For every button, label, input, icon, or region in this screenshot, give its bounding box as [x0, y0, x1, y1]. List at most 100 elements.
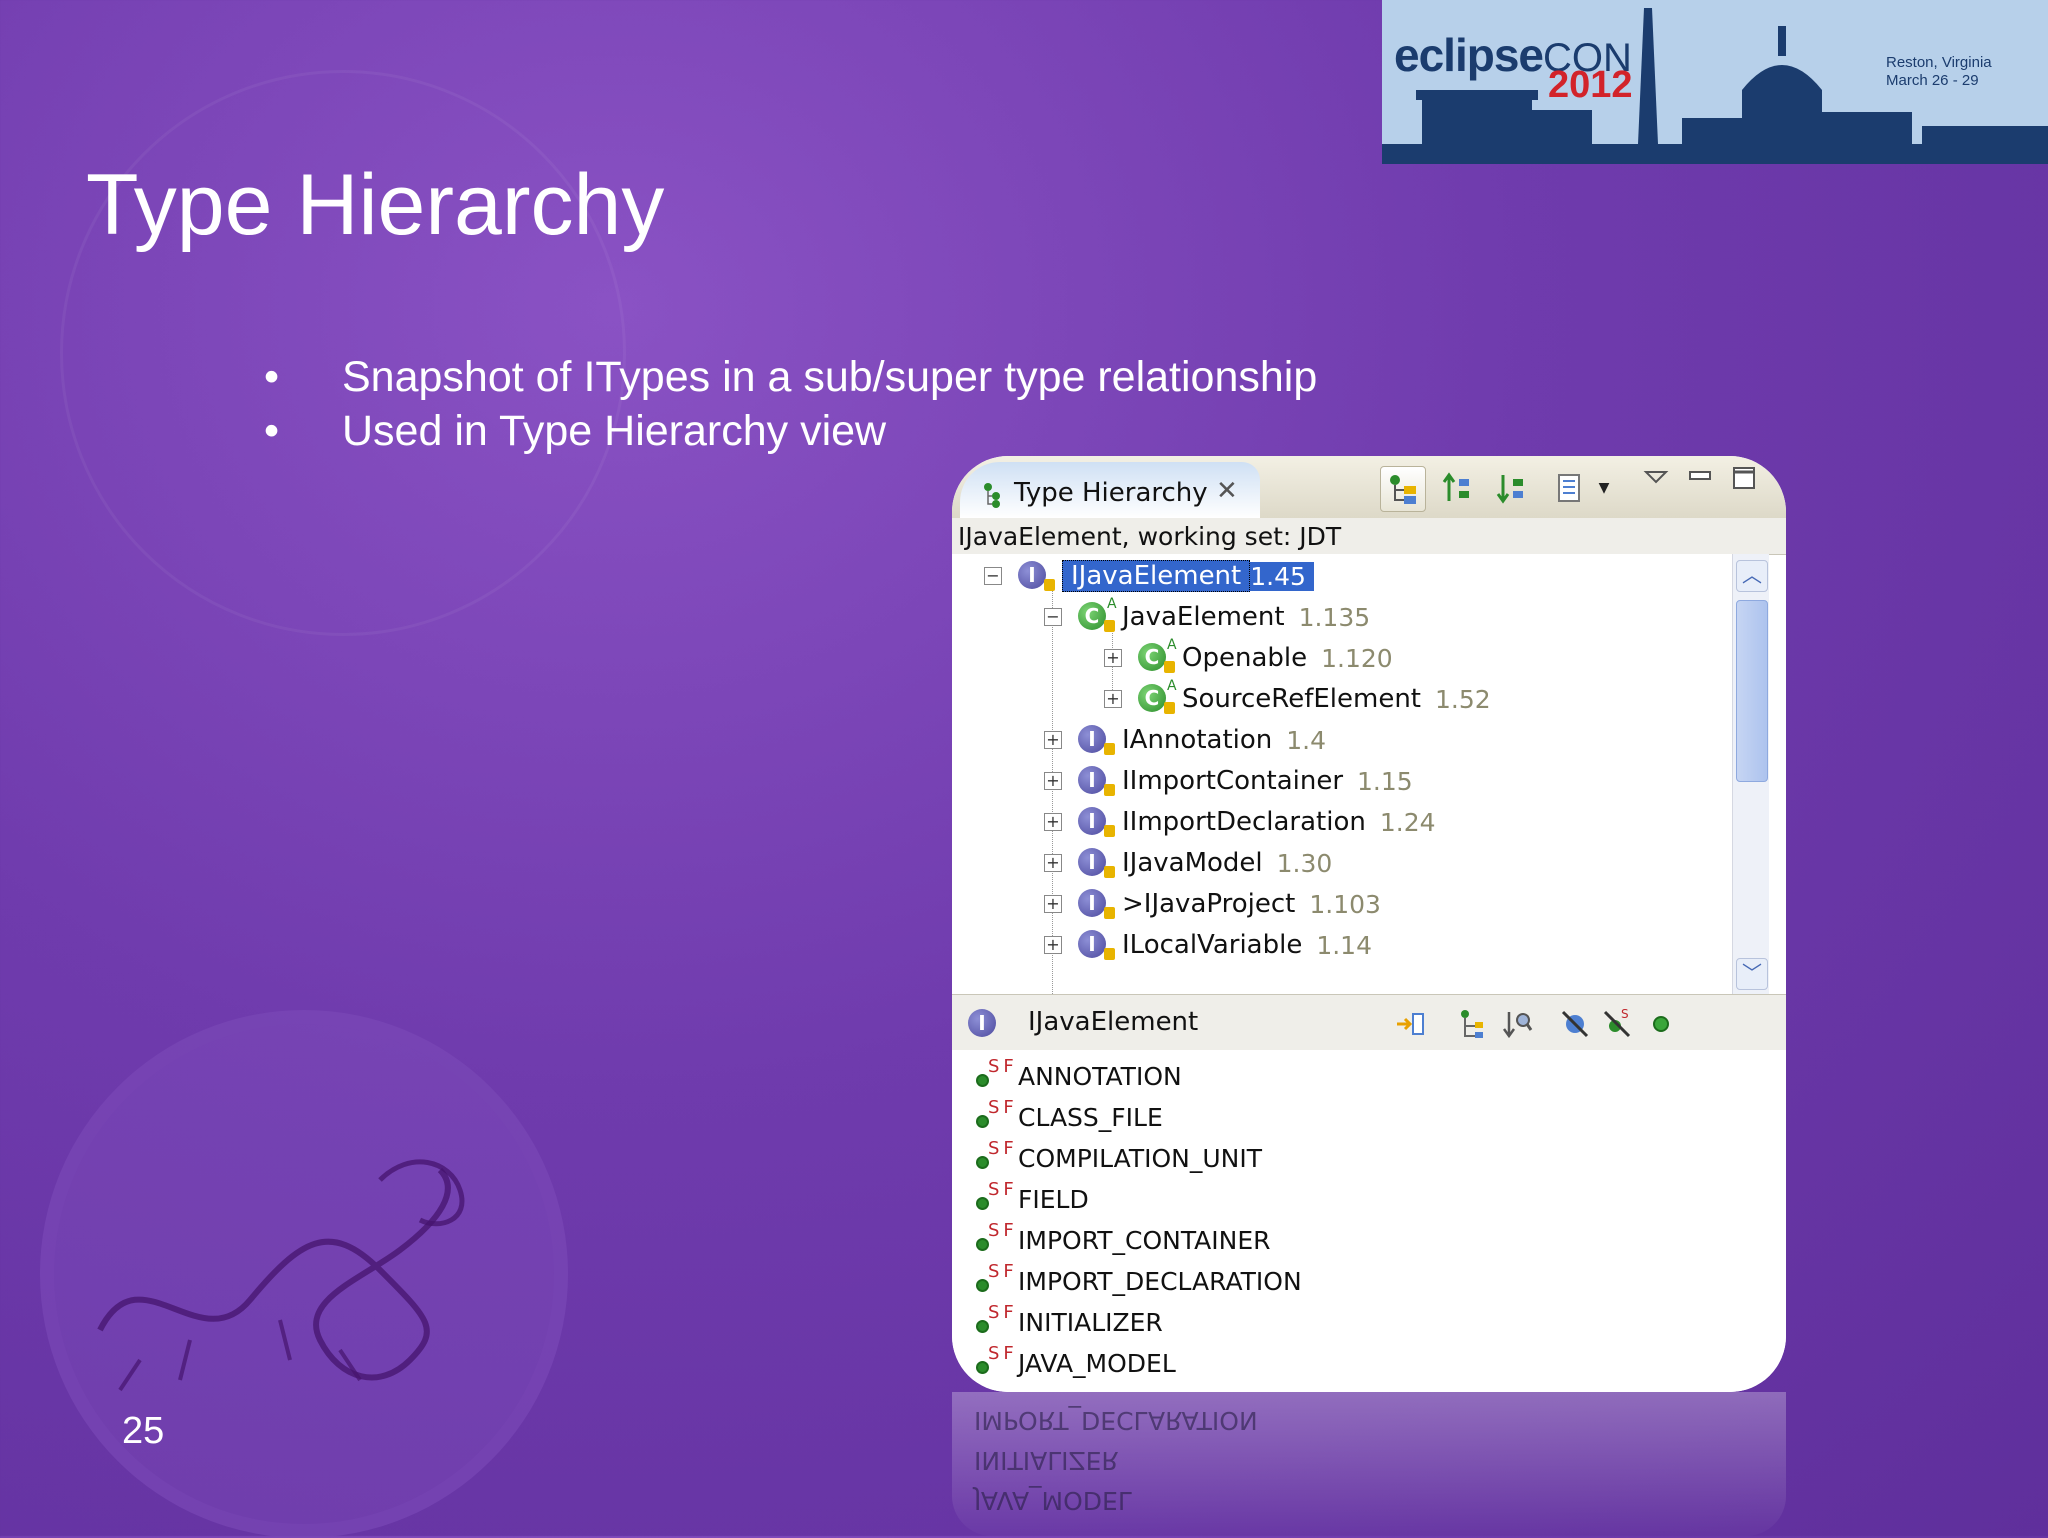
static-final-field-icon: SF: [974, 1220, 1014, 1258]
collapse-icon[interactable]: −: [1044, 608, 1062, 626]
member-name: JAVA_MODEL: [1018, 1348, 1176, 1378]
dragon-icon: [97, 1159, 465, 1392]
tree-item-name: IAnnotation: [1122, 725, 1273, 755]
brand-year: 2012: [1548, 64, 1633, 106]
tree-item-name: JavaElement: [1122, 602, 1285, 632]
expand-icon[interactable]: +: [1044, 936, 1062, 954]
chevron-up-icon[interactable]: ︿: [1736, 560, 1768, 592]
show-subtype-hierarchy-button[interactable]: [1490, 466, 1534, 510]
hide-non-public-button[interactable]: [1642, 1005, 1680, 1043]
show-supertype-hierarchy-icon: [1442, 472, 1469, 501]
members-list: SF ANNOTATION SF CLASS_FILE SF COMPILATION_…: [952, 1050, 1786, 1392]
tree-row-ijavamodel[interactable]: + I IJavaModel 1.30: [1044, 843, 1332, 883]
expand-icon[interactable]: +: [1044, 731, 1062, 749]
tree-row-iannotation[interactable]: + I IAnnotation 1.4: [1044, 720, 1326, 760]
tree-item-name: SourceRefElement: [1182, 684, 1421, 714]
tree-item-name: >IJavaProject: [1122, 889, 1296, 919]
static-final-field-icon: SF: [974, 1056, 1014, 1094]
member-row[interactable]: SF CLASS_FILE: [974, 1097, 1163, 1137]
expand-icon[interactable]: +: [1044, 813, 1062, 831]
static-final-field-icon: SF: [974, 1097, 1014, 1135]
event-dates: March 26 - 29: [1886, 72, 1979, 89]
tree-item-name: ILocalVariable: [1122, 930, 1303, 960]
member-row[interactable]: SF JAVA_MODEL: [974, 1343, 1176, 1383]
interface-icon: I: [1072, 721, 1116, 759]
lock-view-button[interactable]: [1392, 1005, 1430, 1043]
tree-row-sourcerefelement[interactable]: + CA SourceRefElement 1.52: [1104, 678, 1491, 719]
member-row[interactable]: SF IMPORT_DECLARATION: [974, 1261, 1302, 1301]
show-supertype-hierarchy-button[interactable]: [1436, 466, 1480, 510]
tab-label: Type Hierarchy: [1014, 478, 1208, 508]
show-type-hierarchy-icon: [1390, 475, 1416, 504]
minimize-button[interactable]: [1686, 464, 1714, 492]
members-header-label: IJavaElement: [1028, 1007, 1199, 1037]
abstract-class-icon: CA: [1132, 637, 1177, 677]
hierarchy-icon: [984, 483, 1000, 508]
reflection-line: JAVA_MODEL: [974, 1486, 1132, 1515]
tree-row-ijavaelement[interactable]: − I IJavaElement 1.45: [984, 556, 1314, 596]
member-row[interactable]: SF FIELD: [974, 1179, 1089, 1219]
expand-icon[interactable]: +: [1104, 690, 1122, 708]
view-tab-bar: Type Hierarchy ✕ ▼: [952, 456, 1786, 518]
history-dropdown[interactable]: ▼: [1592, 466, 1616, 510]
member-name: CLASS_FILE: [1018, 1102, 1163, 1132]
tree-item-name: IJavaModel: [1122, 848, 1263, 878]
tree-item-version: 1.45: [1250, 561, 1314, 591]
tree-item-version: 1.4: [1286, 725, 1327, 755]
member-row[interactable]: SF ANNOTATION: [974, 1056, 1182, 1096]
tree-item-version: 1.14: [1316, 930, 1372, 960]
expand-icon[interactable]: +: [1104, 649, 1122, 667]
members-header: I IJavaElement S: [952, 994, 1786, 1052]
scrollbar-thumb[interactable]: [1736, 600, 1768, 782]
static-final-field-icon: SF: [974, 1343, 1014, 1381]
member-name: COMPILATION_UNIT: [1018, 1143, 1262, 1173]
interface-icon: I: [968, 1009, 996, 1037]
hierarchy-header-label: IJavaElement, working set: JDT: [958, 522, 1342, 551]
static-final-field-icon: SF: [974, 1302, 1014, 1340]
tree-item-version: 1.120: [1321, 643, 1393, 673]
tab-type-hierarchy[interactable]: Type Hierarchy ✕: [960, 462, 1260, 518]
expand-icon[interactable]: +: [1044, 854, 1062, 872]
chevron-down-icon[interactable]: ﹀: [1736, 958, 1768, 990]
close-icon[interactable]: ✕: [1216, 476, 1238, 506]
lock-view-icon: [1397, 1013, 1424, 1035]
tree-row-iimportcontainer[interactable]: + I IImportContainer 1.15: [1044, 761, 1413, 801]
member-row[interactable]: SF INITIALIZER: [974, 1302, 1163, 1342]
hide-fields-button[interactable]: [1556, 1005, 1594, 1043]
member-name: IMPORT_CONTAINER: [1018, 1225, 1271, 1255]
view-menu-button[interactable]: [1642, 464, 1670, 492]
tree-row-javaelement[interactable]: − CA JavaElement 1.135: [1044, 596, 1370, 637]
hierarchy-header: IJavaElement, working set: JDT: [952, 518, 1786, 555]
member-name: INITIALIZER: [1018, 1307, 1163, 1337]
hide-static-button[interactable]: S: [1598, 1005, 1636, 1043]
history-icon: [1558, 474, 1580, 502]
reflection-line: INITIALIZER: [974, 1446, 1119, 1475]
tree-row-ilocalvariable[interactable]: + I ILocalVariable 1.14: [1044, 925, 1372, 965]
interface-icon: I: [1072, 844, 1116, 882]
member-row[interactable]: SF IMPORT_CONTAINER: [974, 1220, 1271, 1260]
tree-scrollbar[interactable]: ︿ ﹀: [1732, 554, 1769, 994]
maximize-button[interactable]: [1730, 464, 1758, 492]
show-inherited-button[interactable]: [1452, 1005, 1490, 1043]
show-type-hierarchy-button[interactable]: [1380, 466, 1426, 512]
svg-text:S: S: [1621, 1008, 1629, 1021]
event-location: Reston, Virginia March 26 - 29: [1886, 54, 1992, 90]
abstract-class-icon: CA: [1072, 596, 1117, 636]
tree-row-openable[interactable]: + CA Openable 1.120: [1104, 637, 1393, 678]
sort-members-button[interactable]: [1498, 1005, 1536, 1043]
expand-icon[interactable]: +: [1044, 895, 1062, 913]
member-name: IMPORT_DECLARATION: [1018, 1266, 1302, 1296]
history-button[interactable]: [1548, 466, 1592, 510]
collapse-icon[interactable]: −: [984, 567, 1002, 585]
tree-item-name: IImportDeclaration: [1122, 807, 1366, 837]
page-number: 25: [122, 1410, 165, 1452]
reflection-line: IMPORT_DECLARATION: [974, 1406, 1258, 1435]
tree-item-name: IJavaElement: [1062, 560, 1251, 592]
tree-row-ijavaproject[interactable]: + I >IJavaProject 1.103: [1044, 884, 1381, 924]
show-inherited-icon: [1461, 1010, 1483, 1038]
tree-row-iimportdeclaration[interactable]: + I IImportDeclaration 1.24: [1044, 802, 1436, 842]
hierarchy-tree: − I IJavaElement 1.45 − CA JavaElement 1…: [952, 554, 1732, 994]
expand-icon[interactable]: +: [1044, 772, 1062, 790]
member-row[interactable]: SF COMPILATION_UNIT: [974, 1138, 1262, 1178]
interface-icon: I: [1072, 885, 1116, 923]
